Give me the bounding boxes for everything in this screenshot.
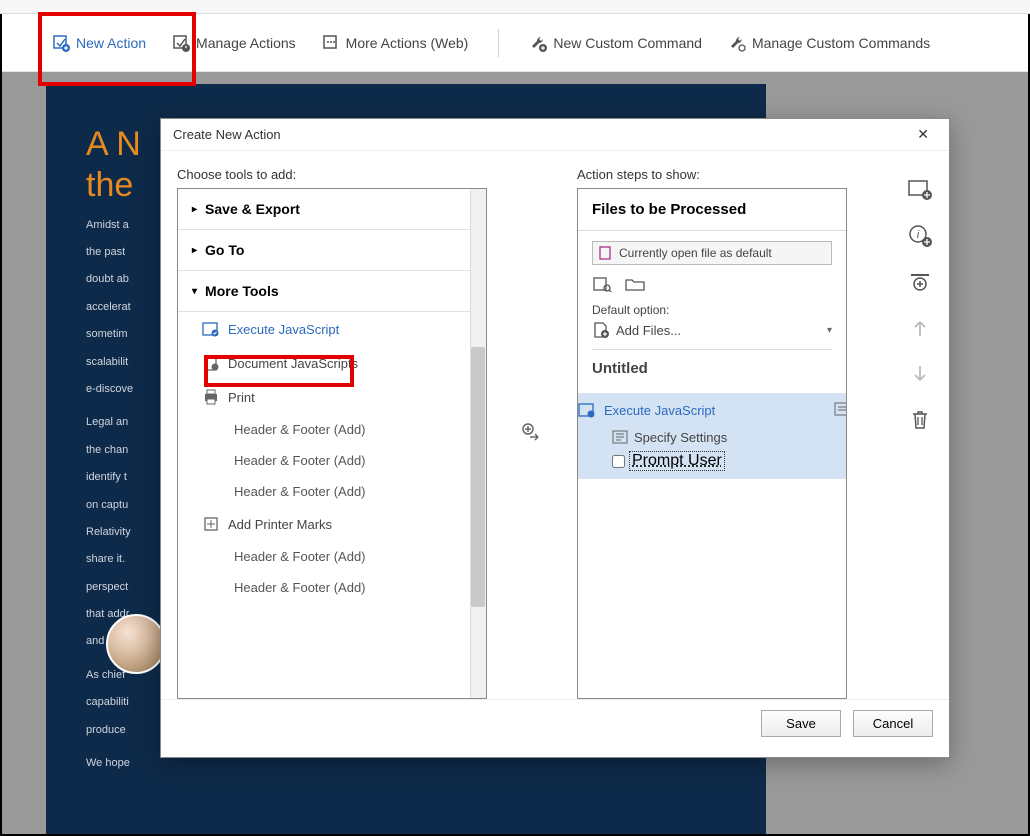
tool-print[interactable]: Print bbox=[178, 380, 486, 414]
manage-actions-icon bbox=[172, 34, 190, 52]
printer-marks-icon bbox=[202, 515, 220, 533]
wrench-plus-icon bbox=[529, 34, 547, 52]
move-down-icon[interactable] bbox=[907, 363, 933, 385]
chevron-right-icon: ▸ bbox=[192, 204, 197, 215]
tool-add-printer-marks[interactable]: Add Printer Marks bbox=[178, 507, 486, 541]
prompt-user-checkbox[interactable] bbox=[612, 455, 625, 468]
add-divider-icon[interactable] bbox=[907, 271, 933, 293]
folder-icon[interactable] bbox=[624, 275, 646, 293]
delete-icon[interactable] bbox=[907, 409, 933, 431]
manage-custom-commands-button[interactable]: Manage Custom Commands bbox=[728, 34, 930, 52]
add-file-icon bbox=[592, 321, 610, 339]
wrench-gear-icon bbox=[728, 34, 746, 52]
add-panel-icon[interactable] bbox=[907, 179, 933, 201]
category-more-tools[interactable]: ▾More Tools bbox=[178, 271, 486, 312]
files-header: Files to be Processed bbox=[578, 189, 846, 231]
tool-header-footer-add[interactable]: Header & Footer (Add) bbox=[178, 414, 486, 445]
action-name-untitled: Untitled bbox=[592, 349, 832, 383]
document-js-icon bbox=[202, 354, 220, 372]
action-steps-label: Action steps to show: bbox=[577, 167, 895, 182]
steps-panel: Files to be Processed Currently open fil… bbox=[577, 188, 847, 699]
action-wizard-toolbar: New Action Manage Actions More Actions (… bbox=[2, 14, 1028, 72]
default-option-label: Default option: bbox=[592, 303, 832, 317]
svg-text:i: i bbox=[917, 229, 920, 241]
dialog-title: Create New Action bbox=[173, 127, 281, 142]
step-side-controls: i bbox=[907, 167, 933, 699]
more-actions-button[interactable]: More Actions (Web) bbox=[322, 34, 469, 52]
browse-icon[interactable] bbox=[592, 275, 614, 293]
choose-tools-label: Choose tools to add: bbox=[177, 167, 487, 182]
file-icon bbox=[599, 246, 613, 260]
open-file-default[interactable]: Currently open file as default bbox=[592, 241, 832, 265]
save-button[interactable]: Save bbox=[761, 710, 841, 737]
settings-icon bbox=[612, 429, 628, 445]
tool-header-footer-add[interactable]: Header & Footer (Add) bbox=[178, 572, 486, 603]
add-to-steps-button[interactable] bbox=[517, 418, 547, 448]
step-execute-javascript[interactable]: Execute JavaScript Specify Settings Prom… bbox=[577, 393, 847, 479]
manage-actions-button[interactable]: Manage Actions bbox=[172, 34, 296, 52]
toolbar-divider bbox=[498, 29, 499, 57]
create-new-action-dialog: Create New Action ✕ Choose tools to add:… bbox=[160, 118, 950, 758]
javascript-icon bbox=[202, 320, 220, 338]
chevron-down-icon: ▾ bbox=[827, 325, 832, 336]
new-action-icon bbox=[52, 34, 70, 52]
specify-settings-link[interactable]: Specify Settings bbox=[634, 430, 727, 445]
add-instruction-icon[interactable]: i bbox=[907, 225, 933, 247]
step-options-icon[interactable] bbox=[834, 401, 847, 419]
tool-execute-javascript[interactable]: Execute JavaScript bbox=[178, 312, 486, 346]
new-action-label: New Action bbox=[76, 35, 146, 51]
tool-header-footer-add[interactable]: Header & Footer (Add) bbox=[178, 445, 486, 476]
tool-document-javascripts[interactable]: Document JavaScripts bbox=[178, 346, 486, 380]
category-save-export[interactable]: ▸Save & Export bbox=[178, 189, 486, 230]
tool-header-footer-add[interactable]: Header & Footer (Add) bbox=[178, 476, 486, 507]
javascript-icon bbox=[578, 401, 596, 419]
move-up-icon[interactable] bbox=[907, 317, 933, 339]
prompt-user-label: Prompt User bbox=[629, 451, 725, 471]
new-custom-command-button[interactable]: New Custom Command bbox=[529, 34, 702, 52]
cancel-button[interactable]: Cancel bbox=[853, 710, 933, 737]
tools-panel: ▸Save & Export ▸Go To ▾More Tools Execut… bbox=[177, 188, 487, 699]
author-avatar bbox=[106, 614, 166, 674]
tool-header-footer-add[interactable]: Header & Footer (Add) bbox=[178, 541, 486, 572]
scrollbar-thumb[interactable] bbox=[471, 347, 485, 607]
new-action-button[interactable]: New Action bbox=[52, 34, 146, 52]
chevron-right-icon: ▸ bbox=[192, 245, 197, 256]
category-go-to[interactable]: ▸Go To bbox=[178, 230, 486, 271]
print-icon bbox=[202, 388, 220, 406]
chevron-down-icon: ▾ bbox=[192, 286, 197, 297]
close-icon[interactable]: ✕ bbox=[909, 122, 937, 147]
more-actions-icon bbox=[322, 34, 340, 52]
add-files-dropdown[interactable]: Add Files... ▾ bbox=[592, 317, 832, 349]
